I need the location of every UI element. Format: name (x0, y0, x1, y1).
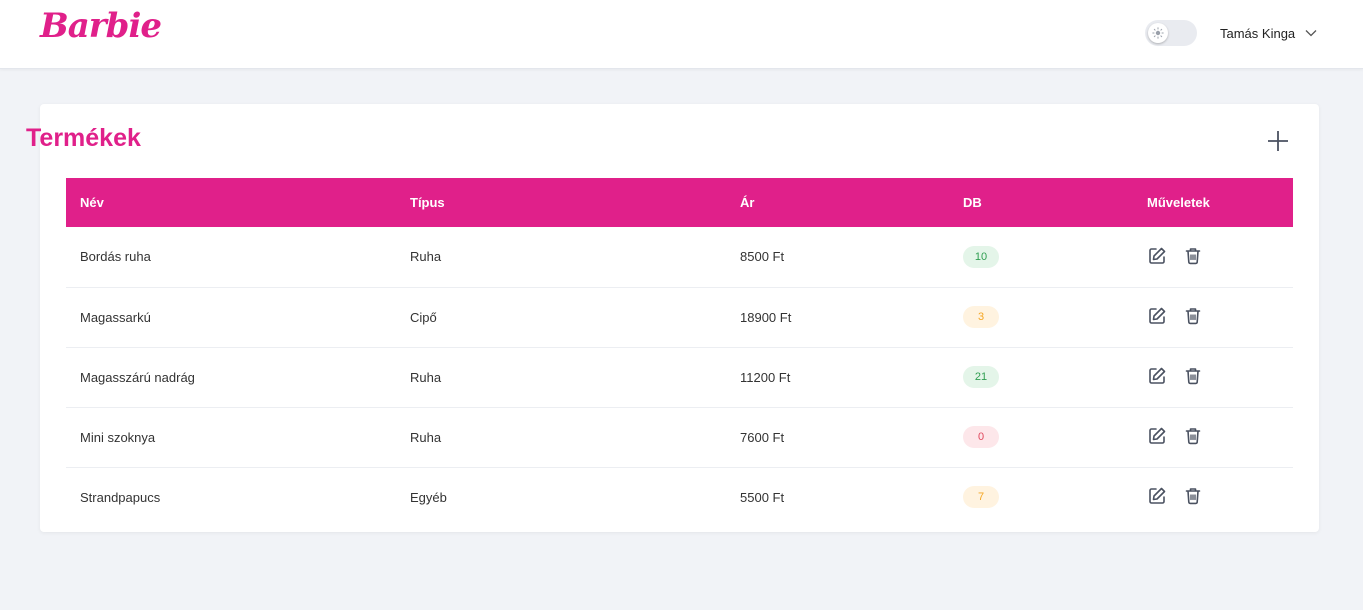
cell-name: Bordás ruha (80, 249, 151, 265)
cell-price: 7600 Ft (740, 429, 785, 445)
delete-button[interactable] (1183, 306, 1205, 328)
cell-actions (1147, 287, 1293, 347)
cell-type: Ruha (410, 369, 442, 385)
edit-icon (1149, 367, 1166, 384)
cell-price: 5500 Ft (740, 489, 785, 505)
column-header-actions: Műveletek (1147, 195, 1210, 210)
toggle-knob (1148, 23, 1168, 43)
delete-button[interactable] (1183, 486, 1205, 508)
cell-name: Strandpapucs (80, 489, 161, 505)
cell-quantity: 21 (963, 347, 1147, 407)
delete-button[interactable] (1183, 246, 1205, 268)
edit-button[interactable] (1147, 366, 1169, 388)
edit-button[interactable] (1147, 486, 1169, 508)
edit-icon (1149, 307, 1166, 324)
cell-name: Magassarkú (80, 309, 151, 325)
theme-toggle[interactable] (1145, 20, 1197, 46)
table-header-row: Név Típus Ár DB Műveletek (66, 178, 1293, 227)
trash-icon (1185, 428, 1201, 445)
cell-name: Mini szoknya (80, 429, 156, 445)
quantity-badge: 10 (963, 245, 999, 268)
cell-actions (1147, 467, 1293, 527)
edit-icon (1149, 247, 1166, 264)
trash-icon (1185, 308, 1201, 325)
column-header-price[interactable]: Ár (740, 178, 963, 227)
trash-icon (1185, 247, 1201, 264)
cell-quantity: 0 (963, 407, 1147, 467)
products-table: Név Típus Ár DB Műveletek Bordás ruha Ruh… (66, 178, 1293, 527)
delete-button[interactable] (1183, 366, 1205, 388)
quantity-badge: 0 (963, 426, 999, 448)
cell-price: 18900 Ft (740, 309, 792, 325)
cell-type: Ruha (410, 249, 442, 265)
cell-quantity: 10 (963, 227, 1147, 287)
cell-price: 11200 Ft (740, 369, 791, 385)
cell-actions (1147, 407, 1293, 467)
edit-button[interactable] (1147, 306, 1169, 328)
cell-price: 8500 Ft (740, 249, 785, 265)
cell-type: Cipő (410, 309, 437, 325)
edit-icon (1149, 427, 1166, 444)
cell-actions (1147, 227, 1293, 287)
table-row: Magassarkú Cipő 18900 Ft 3 (66, 287, 1293, 347)
brand-logo[interactable]: Barbie (40, 6, 162, 46)
quantity-badge: 21 (963, 366, 999, 388)
chevron-down-icon (1305, 30, 1317, 37)
add-product-button[interactable] (1265, 128, 1291, 154)
quantity-badge: 3 (963, 306, 999, 328)
table-row: Bordás ruha Ruha 8500 Ft 10 (66, 227, 1293, 287)
edit-icon (1149, 487, 1166, 505)
table-row: Mini szoknya Ruha 7600 Ft 0 (66, 407, 1293, 467)
table-row: Magasszárú nadrág Ruha 11200 Ft 21 (66, 347, 1293, 407)
cell-actions (1147, 347, 1293, 407)
column-header-quantity[interactable]: DB (963, 178, 1147, 227)
user-menu[interactable]: Tamás Kinga (1220, 22, 1317, 44)
sun-icon (1152, 27, 1164, 39)
edit-button[interactable] (1147, 426, 1169, 448)
page-title: Termékek (26, 124, 141, 152)
user-name: Tamás Kinga (1220, 25, 1296, 41)
column-header-type[interactable]: Típus (410, 178, 740, 227)
cell-type: Egyéb (410, 489, 447, 505)
edit-button[interactable] (1147, 246, 1169, 268)
top-navbar: Barbie Tamás Kinga (0, 0, 1363, 69)
cell-quantity: 3 (963, 287, 1147, 347)
trash-icon (1185, 368, 1201, 385)
cell-name: Magasszárú nadrág (80, 369, 195, 385)
trash-icon (1185, 488, 1201, 505)
column-header-name[interactable]: Név (66, 178, 410, 227)
plus-icon (1268, 131, 1288, 151)
cell-type: Ruha (410, 429, 442, 445)
table-row: Strandpapucs Egyéb 5500 Ft 7 (66, 467, 1293, 527)
quantity-badge: 7 (963, 486, 999, 509)
cell-quantity: 7 (963, 467, 1147, 527)
delete-button[interactable] (1183, 426, 1205, 448)
